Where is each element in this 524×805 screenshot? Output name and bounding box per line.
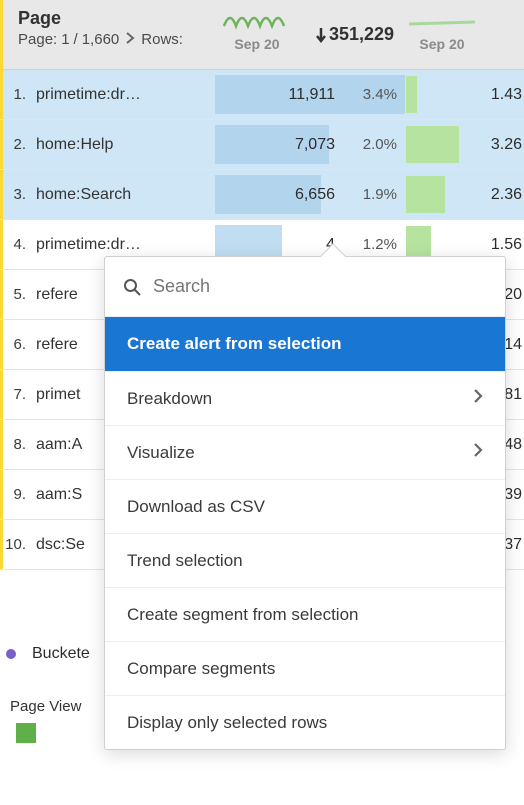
row-index: 2. — [0, 136, 32, 153]
row-index: 10. — [0, 536, 32, 553]
accent-bar — [0, 0, 3, 69]
chevron-right-icon[interactable] — [125, 31, 135, 48]
menu-item[interactable]: Download as CSV — [105, 479, 505, 533]
bar-cell — [406, 126, 462, 163]
bar-fill — [406, 176, 445, 213]
row-index: 4. — [0, 236, 32, 253]
menu-item-label: Display only selected rows — [127, 713, 327, 733]
arrow-down-icon — [315, 27, 327, 43]
row-index: 9. — [0, 486, 32, 503]
menu-item-label: Create segment from selection — [127, 605, 359, 625]
row-index: 3. — [0, 186, 32, 203]
menu-item-label: Create alert from selection — [127, 334, 341, 354]
row-name: home:Help — [32, 136, 172, 154]
sparkline-1: Sep 20 — [222, 6, 292, 52]
bar-fill — [406, 76, 417, 113]
row-pct: 2.0% — [335, 136, 405, 153]
row-value: 6,656 — [225, 186, 335, 204]
menu-item-label: Trend selection — [127, 551, 243, 571]
search-icon — [123, 278, 141, 296]
accent-bar — [0, 70, 3, 119]
menu-item-label: Compare segments — [127, 659, 275, 679]
accent-bar — [0, 370, 3, 419]
row-value: 7,073 — [225, 136, 335, 154]
accent-bar — [0, 170, 3, 219]
page-label: Page: — [18, 31, 57, 48]
chevron-right-icon — [473, 442, 483, 463]
menu-item[interactable]: Display only selected rows — [105, 695, 505, 749]
menu-item[interactable]: Compare segments — [105, 641, 505, 695]
metric-change-value: 351,229 — [329, 24, 394, 45]
table-row[interactable]: 1.primetime:dr… 11,9113.4% 1.43 — [0, 70, 524, 120]
accent-bar — [0, 470, 3, 519]
row-pct: 3.4% — [335, 86, 405, 103]
menu-search-input[interactable] — [153, 276, 487, 297]
value-cell: 6,6561.9% — [215, 170, 405, 219]
menu-item[interactable]: Visualize — [105, 425, 505, 479]
table-row[interactable]: 2.home:Help 7,0732.0% 3.26 — [0, 120, 524, 170]
chevron-right-icon — [473, 388, 483, 409]
row-right-value: 3.26 — [462, 120, 522, 169]
menu-item[interactable]: Create alert from selection — [105, 317, 505, 371]
context-menu: Create alert from selection Breakdown Visu… — [104, 256, 506, 750]
accent-bar — [0, 120, 3, 169]
value-cell: 7,0732.0% — [215, 120, 405, 169]
row-index: 5. — [0, 286, 32, 303]
accent-bar — [0, 270, 3, 319]
page-views-swatch — [16, 723, 36, 743]
page-sep: / — [74, 31, 78, 48]
table-row[interactable]: 3.home:Search 6,6561.9% 2.36 — [0, 170, 524, 220]
bar-cell — [406, 176, 462, 213]
row-name: home:Search — [32, 186, 172, 204]
accent-bar — [0, 520, 3, 569]
menu-item[interactable]: Create segment from selection — [105, 587, 505, 641]
bucket-label: Buckete — [32, 645, 90, 663]
metric-change: 351,229 — [315, 24, 394, 45]
row-pct: 1.2% — [335, 236, 405, 253]
page-current: 1 — [61, 31, 69, 48]
rows-label: Rows: — [141, 31, 183, 48]
row-name: primetime:dr… — [32, 236, 172, 254]
menu-search-row — [105, 257, 505, 317]
menu-item-label: Download as CSV — [127, 497, 265, 517]
row-pct: 1.9% — [335, 186, 405, 203]
bar-cell — [406, 76, 462, 113]
spark-date-2: Sep 20 — [419, 36, 464, 52]
row-value: 11,911 — [225, 86, 335, 104]
row-index: 8. — [0, 436, 32, 453]
row-right-value: 2.36 — [462, 170, 522, 219]
sparkline-icon — [407, 6, 477, 34]
menu-item[interactable]: Breakdown — [105, 371, 505, 425]
spark-date-1: Sep 20 — [234, 36, 279, 52]
accent-bar — [0, 420, 3, 469]
sparkline-icon — [222, 6, 292, 34]
menu-item-label: Visualize — [127, 443, 195, 463]
row-right-value: 1.43 — [462, 70, 522, 119]
row-value: 4 — [225, 236, 335, 254]
sparkline-2: Sep 20 — [407, 6, 477, 52]
value-cell: 11,9113.4% — [215, 70, 405, 119]
accent-bar — [0, 320, 3, 369]
row-index: 1. — [0, 86, 32, 103]
bucket-dot-icon — [6, 649, 16, 659]
menu-item[interactable]: Trend selection — [105, 533, 505, 587]
table-header: Page Page: 1 / 1,660 Rows: Sep 20 351,22… — [0, 0, 524, 70]
row-index: 6. — [0, 336, 32, 353]
row-index: 7. — [0, 386, 32, 403]
menu-item-label: Breakdown — [127, 389, 212, 409]
accent-bar — [0, 220, 3, 269]
row-name: primetime:dr… — [32, 86, 172, 104]
bar-fill — [406, 126, 459, 163]
page-total: 1,660 — [82, 31, 120, 48]
